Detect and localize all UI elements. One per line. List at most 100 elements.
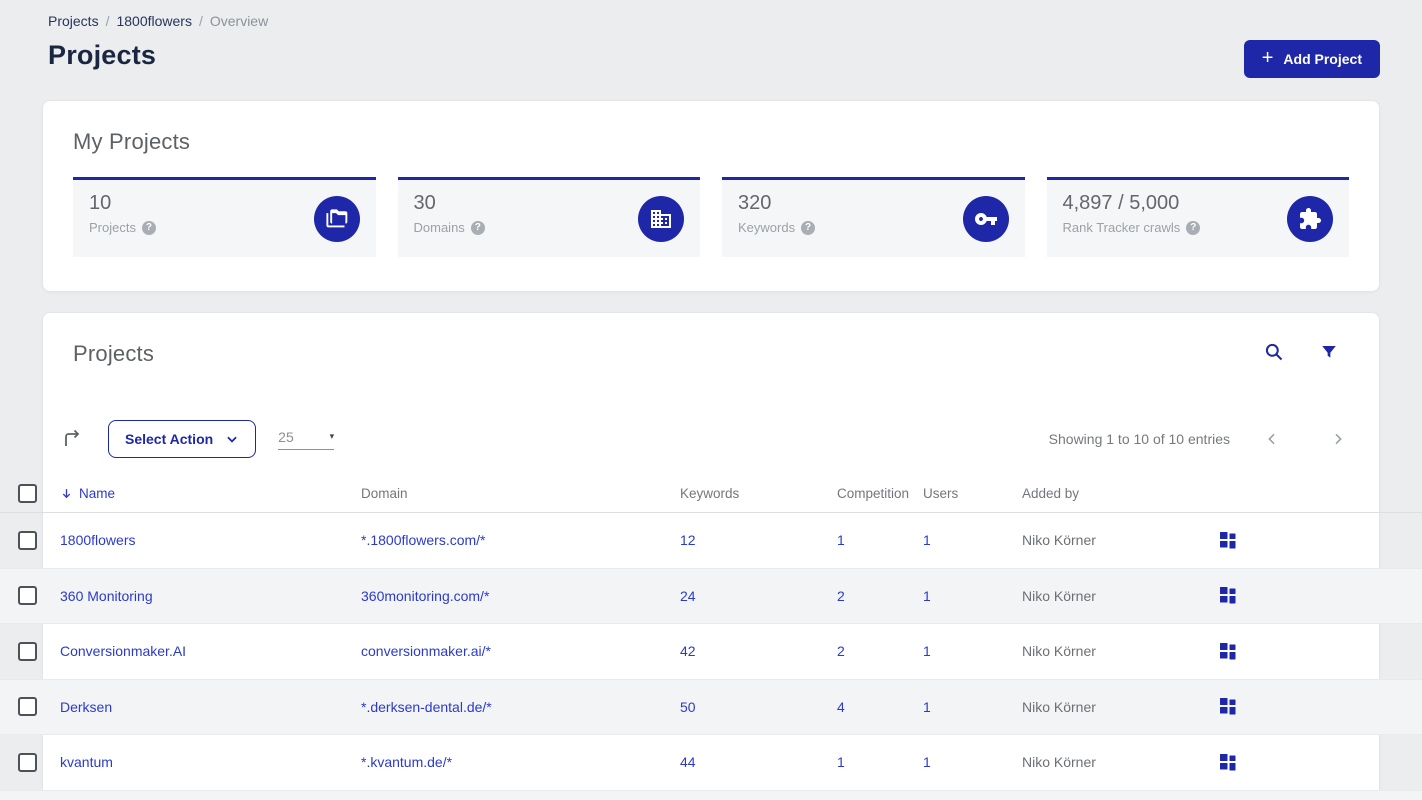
project-name-link[interactable]: Derksen [60,699,361,715]
competition-count: 2 [837,643,845,660]
added-by-name: Niko Körner [1022,532,1096,549]
filter-icon[interactable] [1320,343,1338,361]
my-projects-card: My Projects 10 Projects ? 30 Domains ? 3… [42,100,1380,292]
stat-keywords: 320 Keywords ? [722,177,1025,257]
pagination [1264,431,1346,447]
select-action-dropdown[interactable]: Select Action [108,420,257,458]
project-domain-link[interactable]: *.1800flowers.com/* [361,532,680,548]
stat-rank-tracker-label: Rank Tracker crawls [1062,220,1181,235]
row-checkbox[interactable] [18,530,37,550]
key-icon [962,195,1009,242]
competition-count: 1 [837,754,845,771]
added-by-name: Niko Körner [1022,643,1096,660]
dashboard-grid-icon[interactable] [1220,587,1422,604]
users-count: 1 [923,643,931,660]
keywords-count: 24 [680,587,696,604]
page-size-select[interactable]: 25 ▾ [278,428,335,450]
prev-page-icon[interactable] [1264,431,1280,447]
column-header-name[interactable]: Name [60,486,361,501]
plus-icon: + [1261,47,1274,69]
column-header-keywords[interactable]: Keywords [680,486,837,501]
help-icon[interactable]: ? [801,220,816,235]
table-header-row: Name Domain Keywords Competition Users A… [0,476,1422,510]
projects-panel-title: Projects [73,341,155,366]
row-checkbox[interactable] [18,586,37,606]
breadcrumb-separator: / [198,13,203,29]
project-name-link[interactable]: 360 Monitoring [60,588,361,604]
breadcrumb-projects[interactable]: Projects [48,13,99,29]
breadcrumb: Projects / 1800flowers / Overview [48,13,268,29]
table-row: 1800flowers *.1800flowers.com/* 12 1 1 N… [0,513,1422,569]
sort-desc-icon [62,488,71,498]
competition-count: 1 [837,532,845,549]
column-header-domain[interactable]: Domain [361,486,680,501]
next-row-partial [0,790,1422,800]
column-header-users[interactable]: Users [923,486,1022,501]
add-project-label: Add Project [1283,51,1362,67]
building-icon [638,195,684,242]
stat-projects: 10 Projects ? [73,177,376,257]
table-row: 360 Monitoring 360monitoring.com/* 24 2 … [0,568,1422,624]
table-toolbar: Select Action 25 ▾ Showing 1 to 10 of 10… [60,420,1348,458]
chevron-down-icon [227,436,237,443]
table-body: 1800flowers *.1800flowers.com/* 12 1 1 N… [0,513,1422,791]
stat-domains-label: Domains [413,220,465,235]
table-row: Derksen *.derksen-dental.de/* 50 4 1 Nik… [0,679,1422,735]
select-arrow-icon: ▾ [329,431,335,441]
keywords-count: 44 [680,754,696,771]
next-page-icon[interactable] [1330,431,1346,447]
competition-count: 4 [837,698,845,715]
project-domain-link[interactable]: 360monitoring.com/* [361,588,680,604]
search-icon[interactable] [1264,342,1284,362]
projects-table: Name Domain Keywords Competition Users A… [0,476,1422,800]
help-icon[interactable]: ? [470,220,485,235]
table-row: Conversionmaker.AI conversionmaker.ai/* … [0,624,1422,680]
added-by-name: Niko Körner [1022,698,1096,715]
project-domain-link[interactable]: *.kvantum.de/* [361,754,680,770]
users-count: 1 [923,754,931,771]
users-count: 1 [923,587,931,604]
add-project-button[interactable]: + Add Project [1243,40,1380,78]
added-by-name: Niko Körner [1022,587,1096,604]
export-arrow-icon[interactable] [60,427,84,451]
stat-domains: 30 Domains ? [397,177,700,257]
panel-head-icons [1264,342,1338,362]
puzzle-icon [1287,195,1333,242]
project-domain-link[interactable]: conversionmaker.ai/* [361,643,680,659]
select-action-label: Select Action [125,431,214,447]
keywords-count: 42 [680,643,696,660]
dashboard-grid-icon[interactable] [1220,531,1422,549]
showing-entries-text: Showing 1 to 10 of 10 entries [1048,431,1230,447]
select-all-checkbox[interactable] [18,483,37,503]
project-domain-link[interactable]: *.derksen-dental.de/* [361,699,680,715]
stat-keywords-label: Keywords [738,220,796,235]
table-row: kvantum *.kvantum.de/* 44 1 1 Niko Körne… [0,735,1422,791]
stat-projects-label: Projects [89,220,136,235]
row-checkbox[interactable] [18,752,37,772]
breadcrumb-overview: Overview [209,13,269,29]
row-checkbox[interactable] [18,697,37,717]
keywords-count: 12 [680,532,696,549]
column-header-added-by[interactable]: Added by [1022,486,1220,501]
dashboard-grid-icon[interactable] [1220,753,1422,771]
dashboard-grid-icon[interactable] [1220,642,1422,660]
project-name-link[interactable]: 1800flowers [60,532,361,548]
breadcrumb-separator: / [105,13,110,29]
page-title: Projects [48,40,157,70]
keywords-count: 50 [680,698,696,715]
breadcrumb-1800flowers[interactable]: 1800flowers [116,13,192,29]
my-projects-title: My Projects [73,129,191,154]
column-header-competition[interactable]: Competition [837,486,923,501]
dashboard-grid-icon[interactable] [1220,698,1422,715]
page-size-value: 25 [278,428,294,445]
help-icon[interactable]: ? [141,220,156,235]
users-count: 1 [923,532,931,549]
project-name-link[interactable]: Conversionmaker.AI [60,643,361,659]
help-icon[interactable]: ? [1186,220,1201,235]
stat-rank-tracker: 4,897 / 5,000 Rank Tracker crawls ? [1046,177,1349,257]
project-name-link[interactable]: kvantum [60,754,361,770]
projects-folders-icon [313,195,360,242]
added-by-name: Niko Körner [1022,754,1096,771]
stats-row: 10 Projects ? 30 Domains ? 320 Keywords [73,177,1349,257]
row-checkbox[interactable] [18,641,37,661]
